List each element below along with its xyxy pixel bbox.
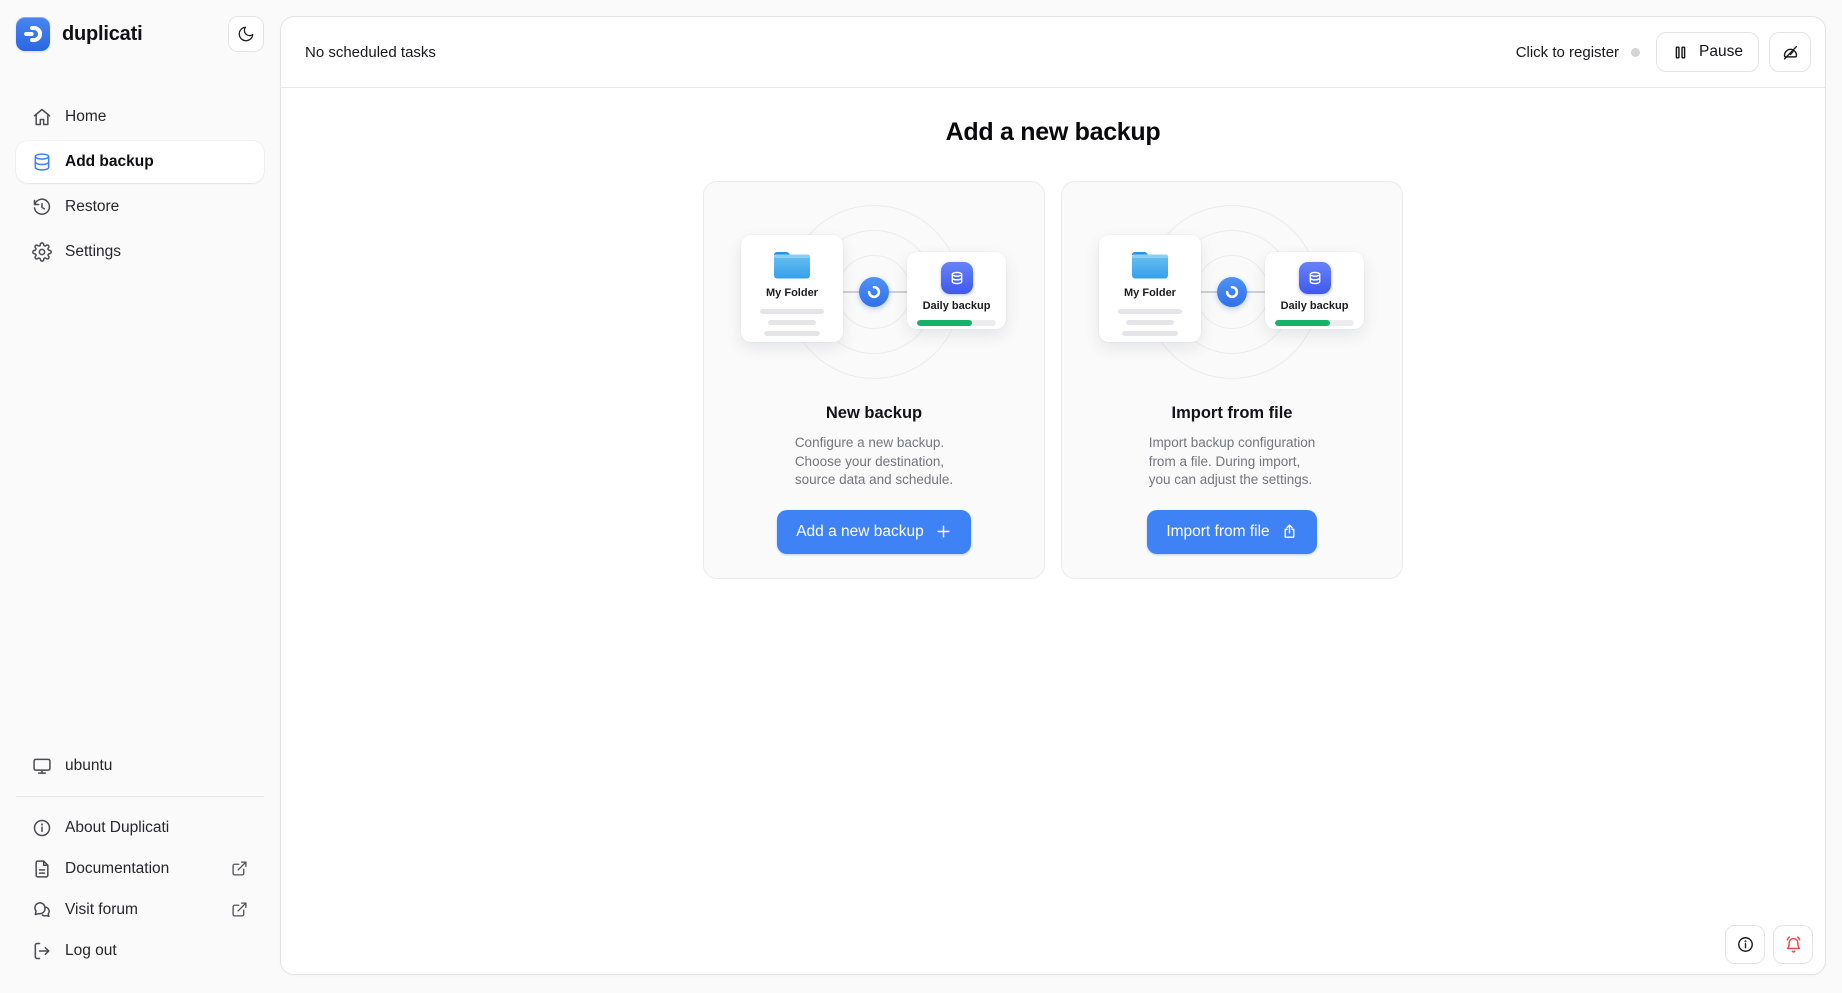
sidebar-divider [16,796,264,797]
machine-name: ubuntu [16,746,264,786]
sync-icon [1217,277,1247,307]
card-description: Import backup configuration from a file.… [1149,434,1316,490]
plus-icon [935,523,952,540]
import-from-file-card: My Folder [1061,181,1403,579]
content-area: Add a new backup [281,88,1825,974]
footer-item-label: Log out [65,942,117,960]
bell-ringing-icon [1784,935,1803,954]
logout-icon [32,941,52,961]
import-from-file-button[interactable]: Import from file [1147,510,1316,554]
backup-illustration: My Folder [1062,182,1402,390]
sync-icon [859,277,889,307]
sidebar-item-restore[interactable]: Restore [16,186,264,228]
external-link-icon [231,860,248,877]
destination-label: Daily backup [923,300,991,312]
pause-icon [1672,44,1689,61]
backup-option-cards: My Folder [703,181,1403,579]
footer-item-label: Documentation [65,860,169,878]
skeleton-lines [1099,309,1201,336]
add-new-backup-button[interactable]: Add a new backup [777,510,971,554]
notifications-button[interactable] [1773,925,1813,964]
click-to-register-link[interactable]: Click to register [1516,44,1619,61]
throttle-gauge-icon [1781,43,1800,62]
scheduled-tasks-status: No scheduled tasks [305,44,436,61]
sidebar-item-home[interactable]: Home [16,96,264,138]
source-folder-card: My Folder [741,235,843,342]
info-circle-icon [1736,935,1755,954]
sidebar-item-label: Settings [65,243,121,261]
topbar: No scheduled tasks Click to register Pau… [281,17,1825,88]
upload-icon [1281,523,1298,540]
sidebar-item-label: Home [65,108,106,126]
main-panel: No scheduled tasks Click to register Pau… [280,16,1826,975]
backup-app-icon [1299,262,1331,294]
skeleton-lines [741,309,843,336]
throttle-button[interactable] [1769,32,1811,72]
pause-label: Pause [1699,43,1743,61]
monitor-icon [32,756,52,776]
moon-icon [237,25,255,43]
button-label: Add a new backup [796,523,924,541]
sidebar-item-label: Restore [65,198,119,216]
footer-item-label: Visit forum [65,901,138,919]
panel-corner-buttons [1725,925,1813,964]
home-icon [32,107,52,127]
sidebar-nav: Home Add backup Restore [16,96,264,273]
sidebar-item-label: Add backup [65,153,154,171]
destination-card: Daily backup [1265,252,1364,329]
sidebar-item-about[interactable]: About Duplicati [16,807,264,848]
info-icon [32,818,52,838]
button-label: Import from file [1166,523,1269,541]
chat-bubbles-icon [32,900,52,920]
backup-app-icon [941,262,973,294]
source-folder-label: My Folder [1124,287,1176,299]
new-backup-card: My Folder [703,181,1045,579]
footer-item-label: About Duplicati [65,819,169,837]
sidebar-item-documentation[interactable]: Documentation [16,848,264,889]
pause-button[interactable]: Pause [1656,32,1759,72]
theme-toggle-button[interactable] [228,16,264,52]
database-icon [32,152,52,172]
history-icon [32,197,52,217]
folder-icon [771,248,813,281]
card-title: Import from file [1171,404,1292,423]
source-folder-label: My Folder [766,287,818,299]
app-title: duplicati [62,23,142,46]
backup-progress-bar [917,320,996,326]
external-link-icon [231,901,248,918]
source-folder-card: My Folder [1099,235,1201,342]
card-description: Configure a new backup. Choose your dest… [795,434,953,490]
sidebar: duplicati Home [0,0,280,993]
machine-label: ubuntu [65,757,112,775]
destination-label: Daily backup [1281,300,1349,312]
sidebar-item-visit-forum[interactable]: Visit forum [16,889,264,930]
backup-illustration: My Folder [704,182,1044,390]
sidebar-header: duplicati [16,16,264,52]
card-title: New backup [826,404,922,423]
sidebar-item-add-backup[interactable]: Add backup [16,141,264,183]
backup-progress-bar [1275,320,1354,326]
destination-card: Daily backup [907,252,1006,329]
gear-icon [32,242,52,262]
sidebar-item-logout[interactable]: Log out [16,930,264,971]
sidebar-item-settings[interactable]: Settings [16,231,264,273]
info-button[interactable] [1725,925,1765,964]
folder-icon [1129,248,1171,281]
duplicati-logo [16,17,50,51]
page-title: Add a new backup [946,118,1161,147]
register-status-dot [1631,48,1640,57]
document-icon [32,859,52,879]
